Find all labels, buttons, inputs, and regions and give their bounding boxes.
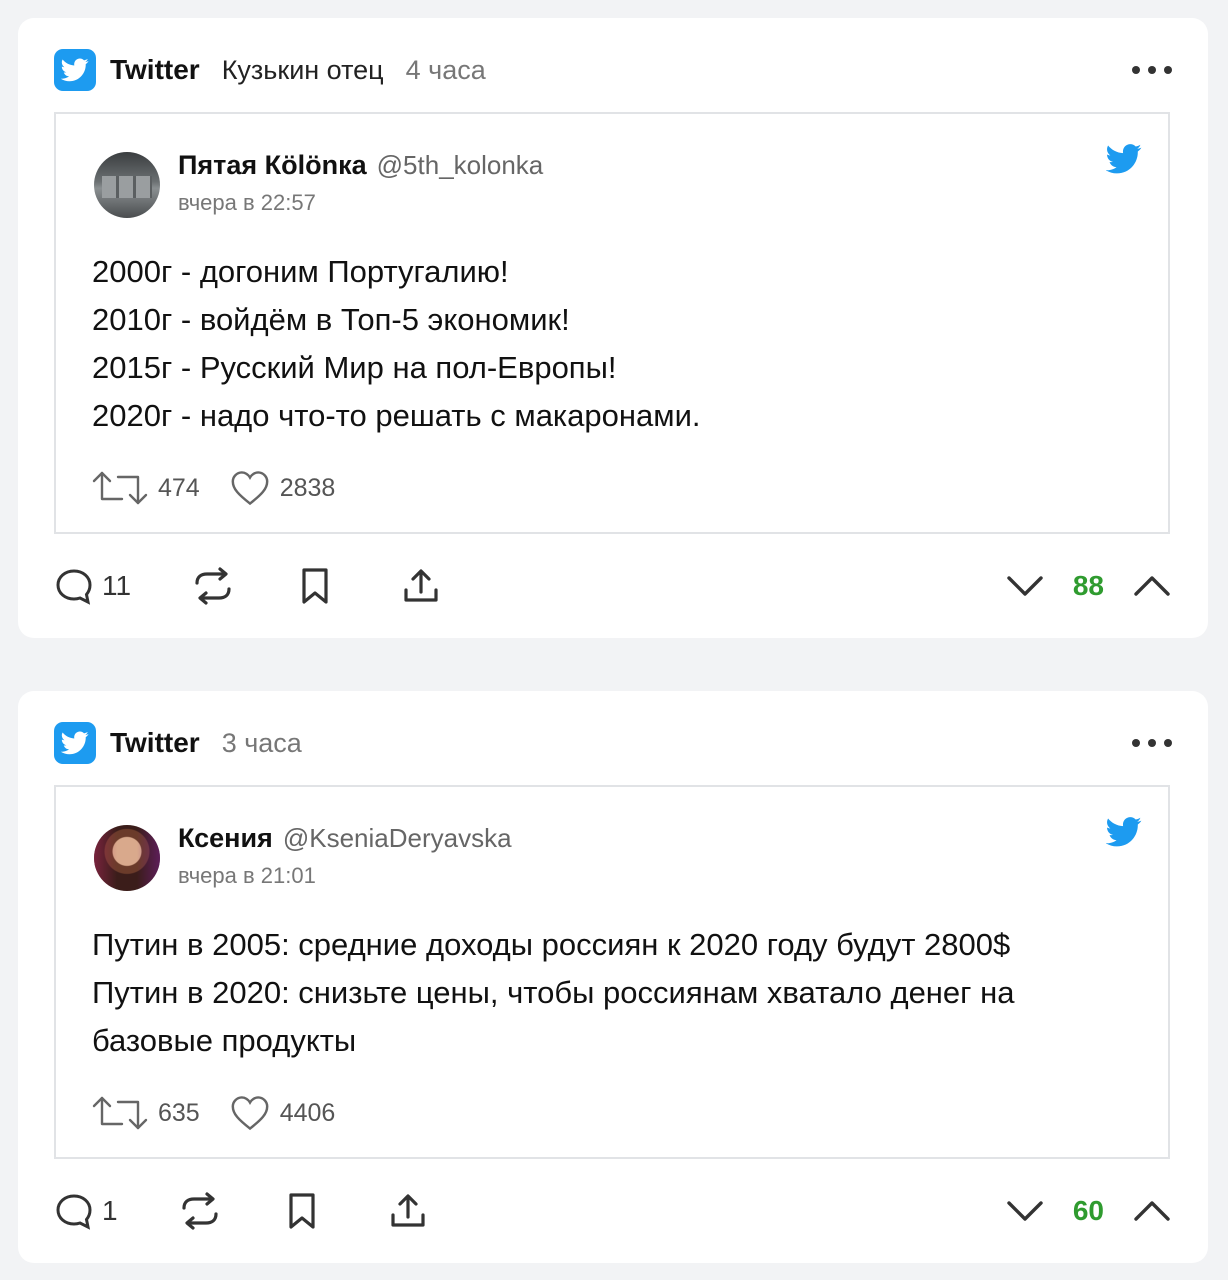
comment-button[interactable]: 11 (54, 566, 131, 606)
heart-icon (231, 471, 269, 506)
rating-score: 88 (1072, 570, 1104, 601)
tweet-line: Путин в 2005: средние доходы россиян к 2… (92, 927, 1011, 962)
avatar[interactable] (94, 152, 160, 218)
retweet-count: 474 (92, 471, 200, 505)
tweet-line: 2015г - Русский Мир на пол-Европы! (92, 350, 617, 385)
tweet-line: 2000г - догоним Португалию! (92, 254, 509, 289)
author-link[interactable]: Кузькин отец (222, 55, 384, 86)
tweet-line: Путин в 2020: снизьте цены, чтобы россия… (92, 975, 1015, 1058)
rating-score: 60 (1072, 1195, 1104, 1226)
downvote-icon[interactable] (1005, 566, 1045, 606)
tweet-author-name[interactable]: Ксения (178, 823, 273, 854)
retweet-icon (92, 471, 148, 505)
tweet-embed[interactable]: Ксения @KseniaDeryavska вчера в 21:01 Пу… (54, 785, 1170, 1159)
twitter-icon[interactable] (54, 722, 96, 764)
bookmark-icon (288, 1193, 315, 1229)
retweet-count: 635 (92, 1096, 200, 1130)
rating: 60 (1005, 1187, 1172, 1235)
post-card: Twitter Кузькин отец 4 часа Пятая Кölönк… (18, 18, 1208, 638)
post-actions: 11 88 (54, 562, 1172, 610)
twitter-icon[interactable] (54, 49, 96, 91)
repost-icon (195, 567, 231, 605)
heart-icon (231, 1096, 269, 1131)
like-count: 2838 (230, 470, 335, 506)
tweet-text: 2000г - догоним Португалию! 2010г - войд… (92, 248, 1132, 440)
upvote-icon[interactable] (1132, 1191, 1172, 1231)
share-button[interactable] (388, 1191, 428, 1231)
tweet-date: вчера в 22:57 (178, 190, 316, 215)
more-icon[interactable] (1132, 731, 1172, 755)
tweet-stats: 635 4406 (92, 1095, 365, 1131)
tweet-embed[interactable]: Пятая Кölönка @5th_kolonka вчера в 22:57… (54, 112, 1170, 534)
post-time: 3 часа (221, 727, 302, 758)
tweet-author-handle[interactable]: @5th_kolonka (377, 150, 544, 181)
share-icon (390, 1194, 425, 1227)
comment-icon (56, 569, 92, 605)
twitter-icon[interactable] (1106, 144, 1142, 174)
comment-icon (56, 1194, 92, 1230)
post-actions: 1 60 (54, 1187, 1172, 1235)
share-icon (404, 569, 438, 602)
post-header: Twitter 3 часа (54, 721, 302, 765)
comment-button[interactable]: 1 (54, 1191, 118, 1231)
bookmark-button[interactable] (284, 1191, 320, 1231)
upvote-icon[interactable] (1132, 566, 1172, 606)
rating: 88 (1005, 562, 1172, 610)
tweet-line: 2010г - войдём в Топ-5 экономик! (92, 302, 570, 337)
share-button[interactable] (401, 566, 441, 606)
repost-button[interactable] (191, 566, 235, 606)
twitter-icon[interactable] (1106, 817, 1142, 847)
post-card: Twitter 3 часа Ксения @KseniaDeryavska в… (18, 691, 1208, 1263)
repost-button[interactable] (178, 1191, 222, 1231)
tweet-line: 2020г - надо что-то решать с макаронами. (92, 398, 701, 433)
tweet-author-handle[interactable]: @KseniaDeryavska (283, 823, 512, 854)
bookmark-icon (302, 568, 328, 604)
tweet-stats: 474 2838 (92, 470, 365, 506)
tweet-author-name[interactable]: Пятая Кölönка (178, 150, 367, 181)
bookmark-button[interactable] (297, 566, 333, 606)
downvote-icon[interactable] (1005, 1191, 1045, 1231)
like-count: 4406 (230, 1095, 335, 1131)
source-name[interactable]: Twitter (110, 727, 200, 759)
tweet-date: вчера в 21:01 (178, 863, 316, 888)
repost-icon (181, 1192, 218, 1230)
retweet-icon (92, 1096, 148, 1130)
source-name[interactable]: Twitter (110, 54, 200, 86)
more-icon[interactable] (1132, 58, 1172, 82)
post-header: Twitter Кузькин отец 4 часа (54, 48, 486, 92)
tweet-text: Путин в 2005: средние доходы россиян к 2… (92, 921, 1132, 1065)
post-time: 4 часа (405, 54, 486, 85)
avatar[interactable] (94, 825, 160, 891)
